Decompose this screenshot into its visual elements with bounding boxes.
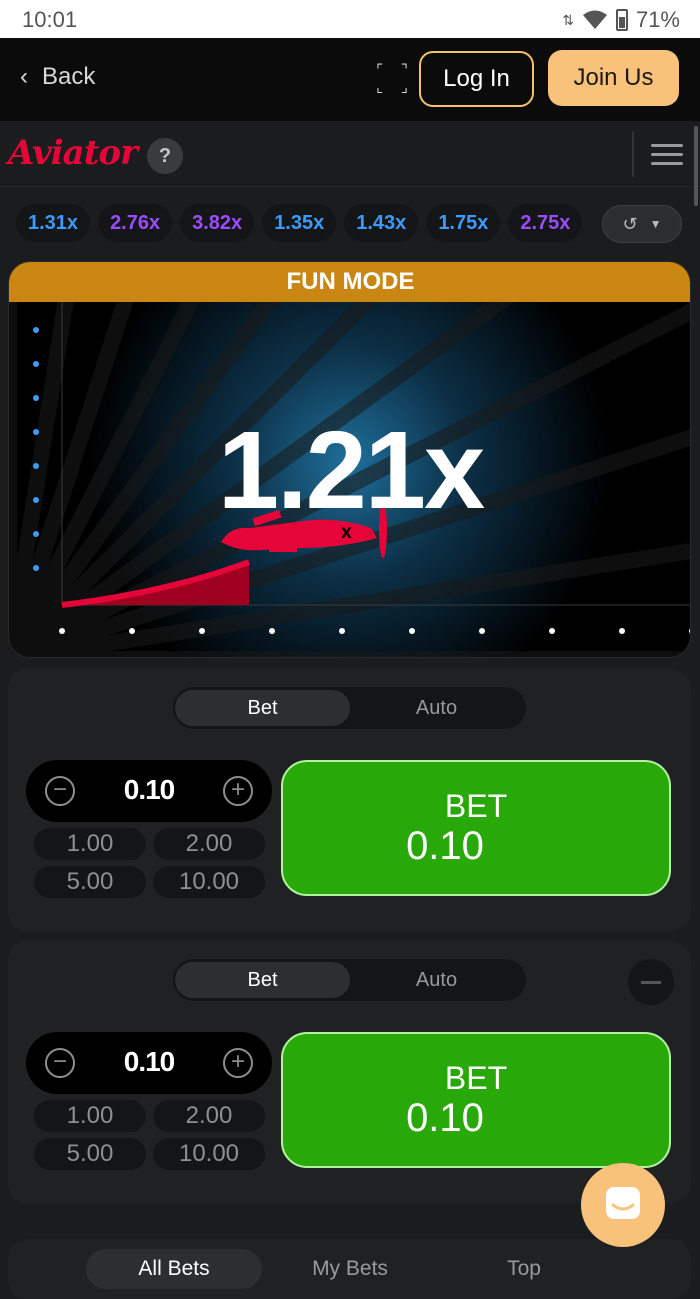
status-time: 10:01 (22, 7, 78, 32)
help-button[interactable]: ? (147, 138, 183, 174)
status-icons: ⇅ 71% (562, 7, 680, 33)
multiplier-chip: 2.75x (508, 204, 583, 242)
bet-button-label: BET (444, 788, 508, 824)
y-axis-dot (33, 361, 39, 367)
divider (632, 131, 634, 177)
history-button[interactable]: ↺ ▼ (602, 205, 682, 243)
aviator-logo: Aviator (8, 133, 138, 173)
tab-all-bets[interactable]: All Bets (86, 1249, 262, 1289)
increase-button[interactable]: + (223, 1048, 253, 1078)
history-icon: ↺ (622, 213, 638, 234)
battery-level: 71% (635, 7, 680, 32)
remove-panel-button[interactable] (628, 959, 674, 1005)
scrollbar[interactable] (694, 126, 698, 206)
battery-icon (615, 9, 628, 31)
x-axis-dot (409, 628, 415, 634)
quick-amount[interactable]: 1.00 (34, 1100, 146, 1132)
bet-button-label: BET (444, 1060, 508, 1096)
x-axis-dot (59, 628, 65, 634)
multiplier-chip: 3.82x (180, 204, 255, 242)
bet-panel: Bet Auto − 0.10 + 1.00 2.00 5.00 10.00 B… (8, 669, 691, 931)
join-button[interactable]: Join Us (548, 50, 679, 106)
quick-amount[interactable]: 10.00 (153, 866, 265, 898)
bet-mode-tabs: Bet Auto (173, 687, 526, 729)
wifi-icon (582, 10, 607, 29)
back-button[interactable]: ‹ Back (20, 63, 95, 91)
x-axis-dot (339, 628, 345, 634)
game-area: X FUN MODE 1.21x (8, 261, 691, 658)
x-axis-dot (129, 628, 135, 634)
bet-amount[interactable]: 0.10 (86, 1046, 212, 1078)
quick-amount[interactable]: 5.00 (34, 1138, 146, 1170)
menu-icon[interactable] (651, 144, 683, 166)
quick-amount[interactable]: 10.00 (153, 1138, 265, 1170)
tab-bet[interactable]: Bet (175, 690, 350, 726)
amount-stepper: − 0.10 + (26, 1032, 272, 1094)
top-header: ‹ Back ⌜ ⌝ ⌞ ⌟ Log In Join Us (0, 38, 700, 121)
game-bar: Aviator ? (0, 121, 700, 187)
login-button[interactable]: Log In (419, 51, 534, 107)
multiplier-chip: 1.75x (426, 204, 501, 242)
tab-auto[interactable]: Auto (349, 690, 524, 726)
bet-button-amount: 0.10 (406, 1096, 484, 1140)
quick-amount[interactable]: 5.00 (34, 866, 146, 898)
multiplier-history: 1.31x 2.76x 3.82x 1.35x 1.43x 1.75x 2.75… (16, 204, 606, 244)
minus-icon (641, 980, 661, 984)
y-axis-dot (33, 565, 39, 571)
chat-button[interactable] (581, 1163, 665, 1247)
chat-icon (606, 1187, 640, 1219)
quick-amount[interactable]: 2.00 (153, 1100, 265, 1132)
bet-button-amount: 0.10 (406, 824, 484, 868)
y-axis-dot (33, 395, 39, 401)
bet-button[interactable]: BET 0.10 (281, 760, 671, 896)
multiplier-chip: 1.35x (262, 204, 337, 242)
expand-icon[interactable]: ⌜ ⌝ ⌞ ⌟ (376, 63, 408, 95)
chevron-left-icon: ‹ (20, 63, 28, 90)
increase-button[interactable]: + (223, 776, 253, 806)
bets-tabs: All Bets My Bets Top (8, 1239, 691, 1299)
tab-top[interactable]: Top (444, 1249, 604, 1289)
x-axis-dot (479, 628, 485, 634)
bet-amount[interactable]: 0.10 (86, 774, 212, 806)
chevron-down-icon: ▼ (649, 217, 662, 231)
quick-amount[interactable]: 2.00 (153, 828, 265, 860)
tab-my-bets[interactable]: My Bets (266, 1249, 434, 1289)
multiplier-chip: 1.31x (16, 204, 91, 242)
decrease-button[interactable]: − (45, 1048, 75, 1078)
data-arrows-icon: ⇅ (562, 11, 574, 28)
x-axis-dot (549, 628, 555, 634)
multiplier-chip: 2.76x (98, 204, 173, 242)
current-multiplier: 1.21x (217, 409, 485, 532)
bet-mode-tabs: Bet Auto (173, 959, 526, 1001)
multiplier-chip: 1.43x (344, 204, 419, 242)
x-axis-dot (199, 628, 205, 634)
back-label: Back (42, 63, 96, 90)
x-axis-dot (619, 628, 625, 634)
bet-button[interactable]: BET 0.10 (281, 1032, 671, 1168)
decrease-button[interactable]: − (45, 776, 75, 806)
status-bar: 10:01 ⇅ 71% (0, 0, 700, 38)
quick-amount[interactable]: 1.00 (34, 828, 146, 860)
y-axis-dot (33, 327, 39, 333)
tab-bet[interactable]: Bet (175, 962, 350, 998)
amount-stepper: − 0.10 + (26, 760, 272, 822)
fun-mode-banner: FUN MODE (9, 262, 690, 302)
x-axis-dot (269, 628, 275, 634)
tab-auto[interactable]: Auto (349, 962, 524, 998)
